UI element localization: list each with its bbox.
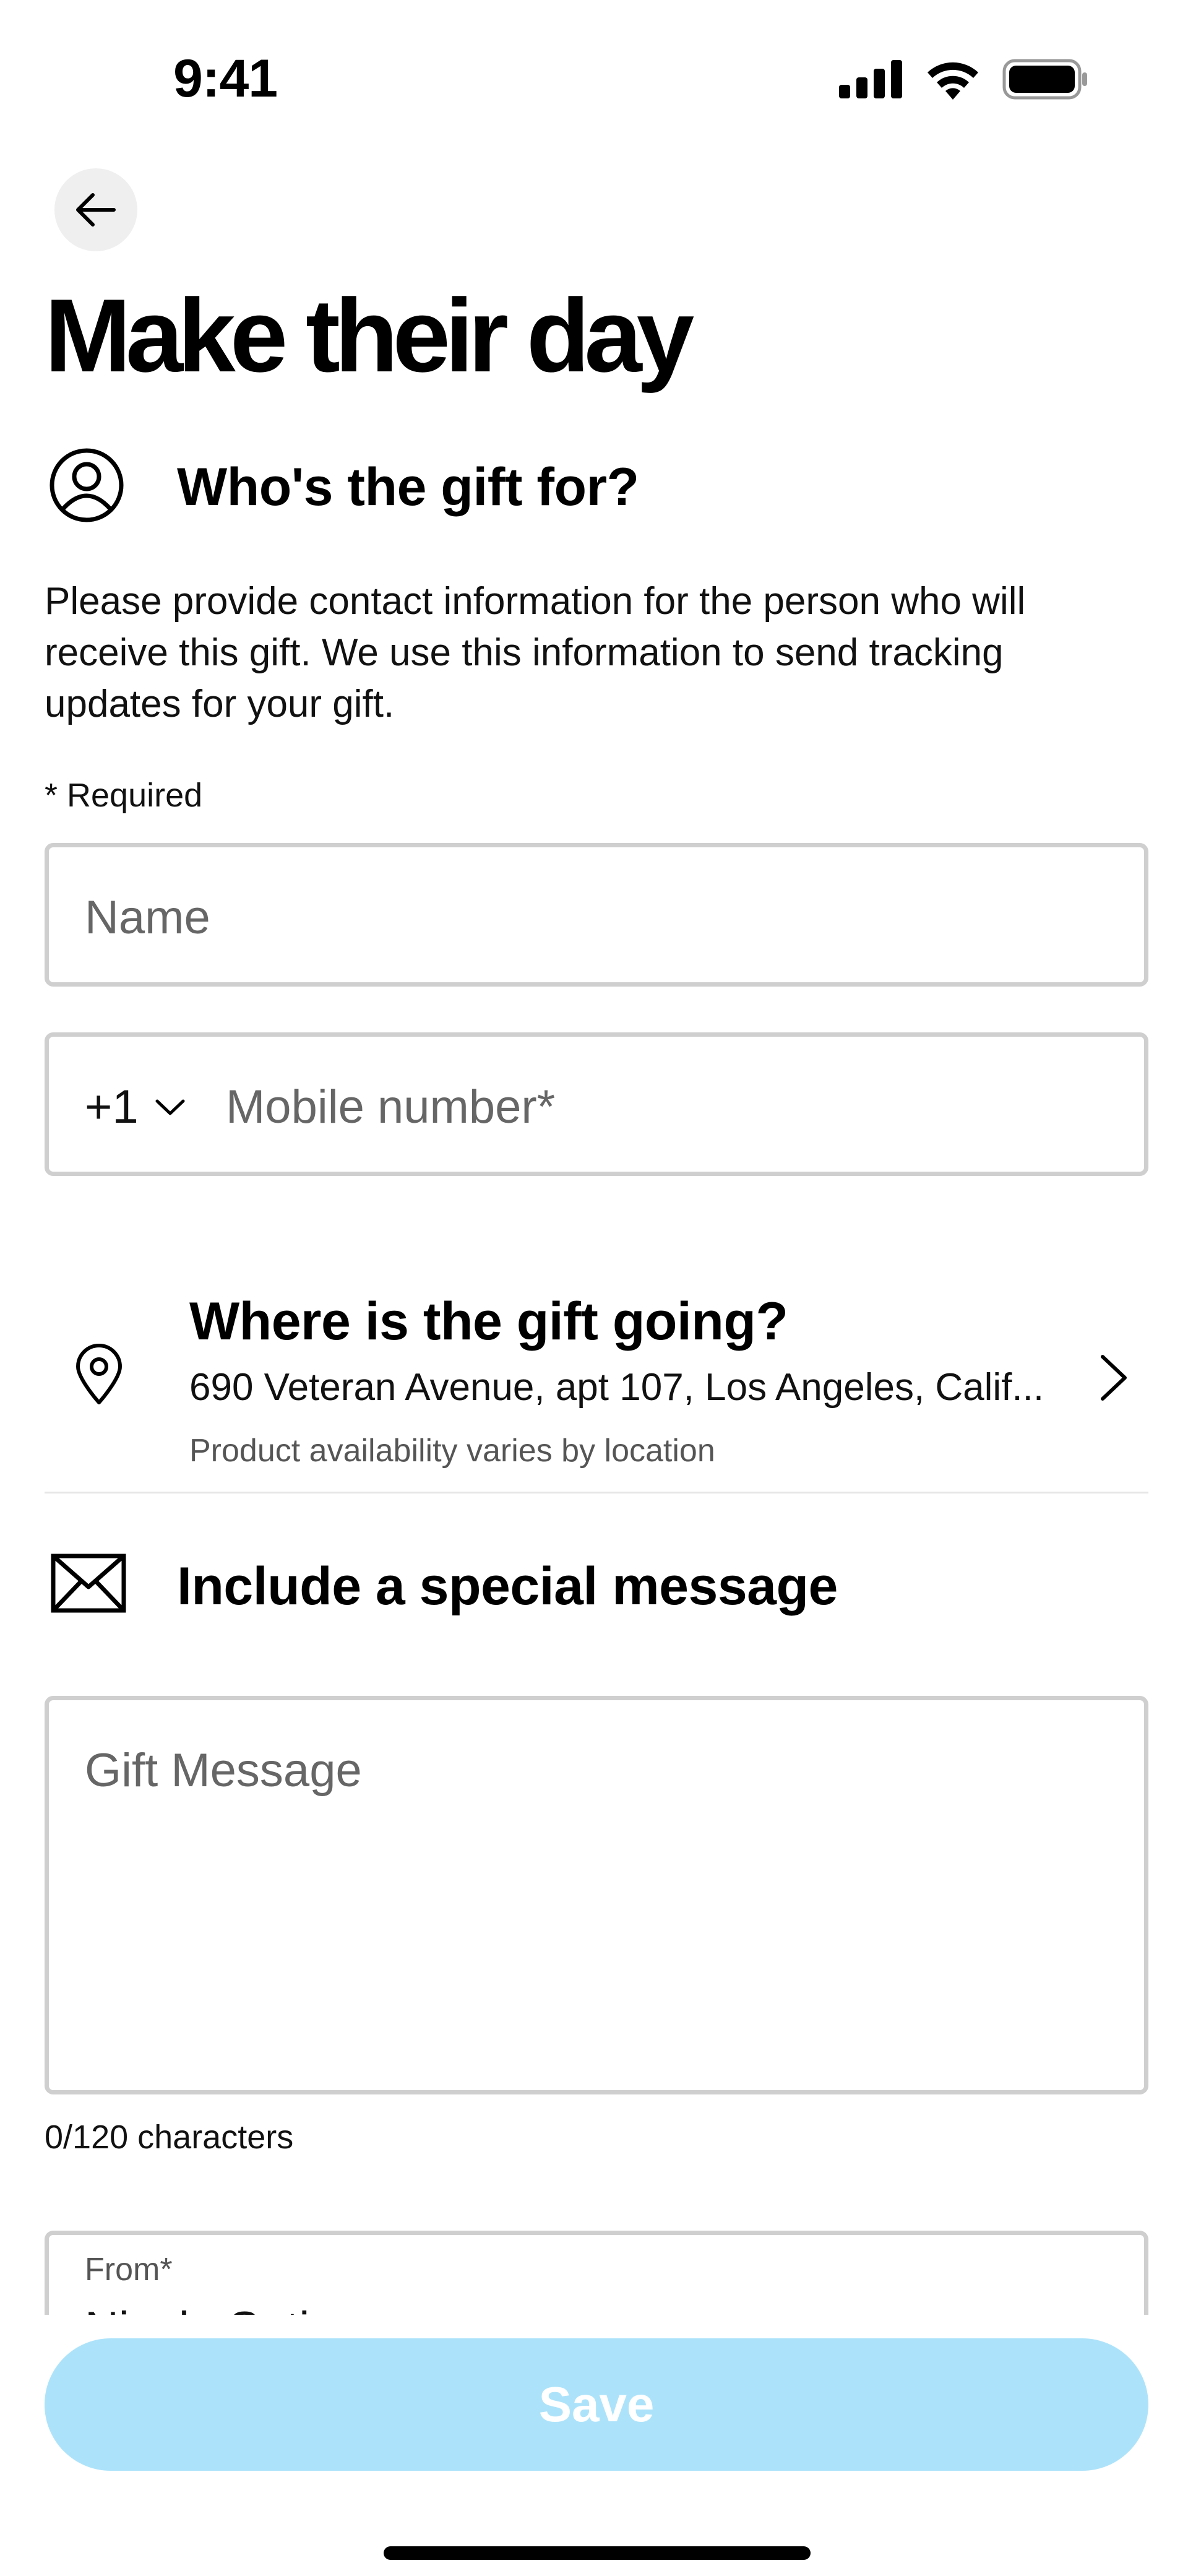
status-time: 9:41 xyxy=(173,49,278,108)
envelope-icon xyxy=(51,1554,126,1613)
country-code-value: +1 xyxy=(85,1081,139,1133)
address-heading: Where is the gift going? xyxy=(189,1292,788,1351)
from-label: From* xyxy=(85,2252,173,2288)
gift-message-field[interactable]: Gift Message xyxy=(45,1696,1148,2094)
mobile-number-field[interactable]: +1 Mobile number* xyxy=(45,1032,1148,1176)
required-note: * Required xyxy=(45,777,203,814)
section-divider xyxy=(45,1492,1148,1493)
chevron-right-icon[interactable] xyxy=(1095,1353,1132,1403)
gift-message-placeholder: Gift Message xyxy=(85,1744,362,1797)
status-icons xyxy=(839,57,1089,102)
recipient-description: Please provide contact information for t… xyxy=(45,580,1026,725)
save-button[interactable]: Save xyxy=(45,2338,1148,2471)
recipient-heading: Who's the gift for? xyxy=(177,457,639,517)
name-placeholder: Name xyxy=(85,891,210,944)
back-button[interactable] xyxy=(54,168,137,251)
page-title: Make their day xyxy=(45,277,694,394)
wifi-icon xyxy=(928,62,978,100)
signal-icon xyxy=(839,60,902,98)
user-circle-icon xyxy=(50,448,124,522)
country-code-selector[interactable]: +1 xyxy=(85,1080,186,1134)
character-count: 0/120 characters xyxy=(45,2119,294,2156)
message-heading: Include a special message xyxy=(177,1557,838,1616)
address-note: Product availability varies by location xyxy=(189,1433,715,1469)
location-pin-icon xyxy=(76,1344,122,1404)
mobile-placeholder: Mobile number* xyxy=(226,1081,556,1133)
name-field[interactable]: Name xyxy=(45,843,1148,987)
from-field[interactable]: From* Nicole Satin xyxy=(45,2231,1148,2317)
battery-icon xyxy=(1002,59,1087,100)
back-arrow-icon xyxy=(76,193,116,227)
address-value: 690 Veteran Avenue, apt 107, Los Angeles… xyxy=(189,1366,1044,1409)
home-indicator xyxy=(384,2546,811,2560)
chevron-down-icon xyxy=(155,1099,185,1115)
